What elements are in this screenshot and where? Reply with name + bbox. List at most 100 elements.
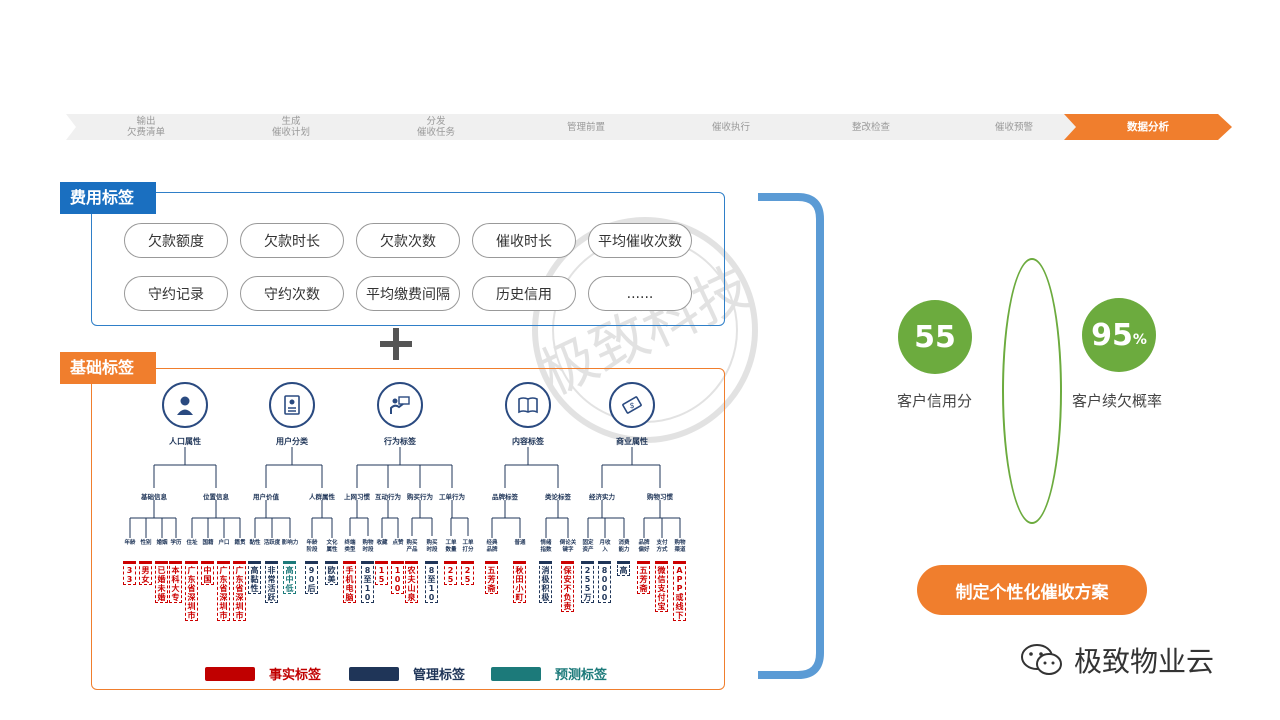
- tag-value-box: 中国: [201, 561, 214, 585]
- tag-value-box: 五芳斋: [485, 561, 498, 594]
- person-icon: [162, 382, 208, 428]
- tag-value-box: 微信支付宝: [655, 561, 668, 612]
- leaf-label: 品牌 偏好: [638, 540, 650, 553]
- brand-name: 极致物业云: [1074, 645, 1215, 678]
- subcategory-label: 工单行为: [439, 493, 465, 501]
- leaf-label: 年龄: [124, 540, 136, 546]
- leaf-label: 工单 打分: [462, 540, 474, 553]
- svg-text:$: $: [629, 401, 634, 410]
- tag-value-box: 秋田小町: [513, 561, 526, 603]
- legend-swatch-fact: [205, 666, 255, 681]
- leaf-label: 消费 能力: [618, 540, 630, 553]
- bracket-shape: [758, 193, 824, 679]
- leaf-label: 国籍: [202, 540, 214, 546]
- leaf-label: 影响力: [281, 540, 299, 546]
- leaf-label: 固定 资产: [582, 540, 594, 553]
- subcategory-label: 购买行为: [407, 493, 433, 501]
- tag-value-box: 25: [461, 561, 474, 585]
- leaf-label: 工单 数量: [445, 540, 457, 553]
- default-probability-label: 客户续欠概率: [1072, 392, 1163, 410]
- tag-value-box: 8至10: [361, 561, 374, 603]
- legend-management: 管理标签: [349, 664, 465, 683]
- subcategory-label: 人群属性: [309, 493, 335, 501]
- legend-label: 管理标签: [413, 668, 466, 683]
- tag-value-box: 消极积极: [539, 561, 552, 603]
- category-label: 行为标签: [384, 437, 416, 446]
- subcategory-label: 位置信息: [203, 493, 229, 501]
- percent-unit: %: [1132, 332, 1147, 348]
- subcategory-label: 经济实力: [589, 493, 615, 501]
- leaf-label: 普通: [514, 540, 526, 546]
- tag-value-box: 广东省深圳市: [185, 561, 198, 621]
- tag-value-box: 100: [391, 561, 404, 594]
- leaf-label: 文化 属性: [326, 540, 338, 553]
- legend-label: 预测标签: [555, 668, 608, 683]
- subcategory-label: 上网习惯: [344, 493, 370, 501]
- leaf-label: 收藏: [376, 540, 388, 546]
- legend-prediction: 预测标签: [491, 664, 607, 683]
- category-label: 人口属性: [169, 437, 201, 446]
- leaf-label: 婚姻: [156, 540, 168, 546]
- leaf-label: 黏性: [249, 540, 261, 546]
- document-icon: [269, 382, 315, 428]
- tag-value-box: 高: [617, 561, 630, 576]
- tag-value-box: 手机电脑: [343, 561, 356, 603]
- tag-value-box: 25: [444, 561, 457, 585]
- tag-value-box: 90后: [305, 561, 318, 594]
- leaf-label: 住址: [186, 540, 198, 546]
- leaf-label: 购买 时段: [426, 540, 438, 553]
- leaf-label: 购买 产品: [406, 540, 418, 553]
- tag-value-box: 保安不负责: [561, 561, 574, 612]
- legend-swatch-prediction: [491, 666, 541, 681]
- tag-value-box: 高黏性: [248, 561, 261, 594]
- tag-value-box: 五芳斋: [637, 561, 650, 594]
- credit-score-label: 客户信用分: [897, 392, 973, 410]
- leaf-label: 户口: [218, 540, 230, 546]
- tag-value-box: 广东省深圳市: [233, 561, 246, 621]
- credit-score-badge: 55: [898, 300, 972, 374]
- presenter-icon: [377, 382, 423, 428]
- leaf-label: 学历: [170, 540, 182, 546]
- leaf-label: 年龄 阶段: [306, 540, 318, 553]
- brand-watermark: 极致物业云: [1020, 640, 1214, 680]
- tag-value-box: 男女: [139, 561, 152, 585]
- leaf-label: 点赞: [392, 540, 404, 546]
- tag-value-box: 欧美: [325, 561, 338, 585]
- tag-value-box: 15: [375, 561, 388, 585]
- leaf-label: 经典 品牌: [486, 540, 498, 553]
- wechat-icon: [1021, 644, 1062, 675]
- tag-value-box: 非常活跃: [265, 561, 278, 603]
- tag-value-box: 广东省深圳市: [217, 561, 230, 621]
- custom-collection-plan-button[interactable]: 制定个性化催收方案: [917, 565, 1147, 615]
- book-icon: [505, 382, 551, 428]
- category-label: 内容标签: [512, 437, 544, 446]
- tag-value-box: 255万: [581, 561, 594, 603]
- tag-value-box: 农夫山泉: [405, 561, 418, 603]
- tag-value-box: 33: [123, 561, 136, 585]
- subcategory-label: 品牌标签: [492, 493, 518, 501]
- category-label: 用户分类: [276, 437, 308, 446]
- subcategory-label: 用户价值: [253, 493, 279, 501]
- merge-ellipse: [1002, 258, 1062, 524]
- money-icon: $: [609, 382, 655, 428]
- default-probability-badge: 95%: [1082, 298, 1156, 372]
- subcategory-label: 购物习惯: [647, 493, 673, 501]
- tag-value-box: 本科大专: [169, 561, 182, 603]
- tag-value-box: 已婚未婚: [155, 561, 168, 603]
- leaf-label: 性别: [140, 540, 152, 546]
- tag-value-box: 8000: [598, 561, 611, 603]
- tag-value-box: 8至10: [425, 561, 438, 603]
- leaf-label: 支付 方式: [656, 540, 668, 553]
- leaf-label: 活跃度: [263, 540, 281, 546]
- leaf-label: 情绪 指数: [540, 540, 552, 553]
- credit-score-value: 55: [914, 319, 956, 355]
- tag-value-box: 高中低: [283, 561, 296, 594]
- subcategory-label: 互动行为: [375, 493, 401, 501]
- legend-label: 事实标签: [269, 668, 322, 683]
- subcategory-label: 基础信息: [141, 493, 167, 501]
- leaf-label: 籍贯: [234, 540, 246, 546]
- leaf-label: 购物 渠道: [674, 540, 686, 553]
- tag-value-box: APP或线下: [673, 561, 686, 621]
- leaf-label: 终端 类型: [344, 540, 356, 553]
- legend-fact: 事实标签: [205, 664, 321, 683]
